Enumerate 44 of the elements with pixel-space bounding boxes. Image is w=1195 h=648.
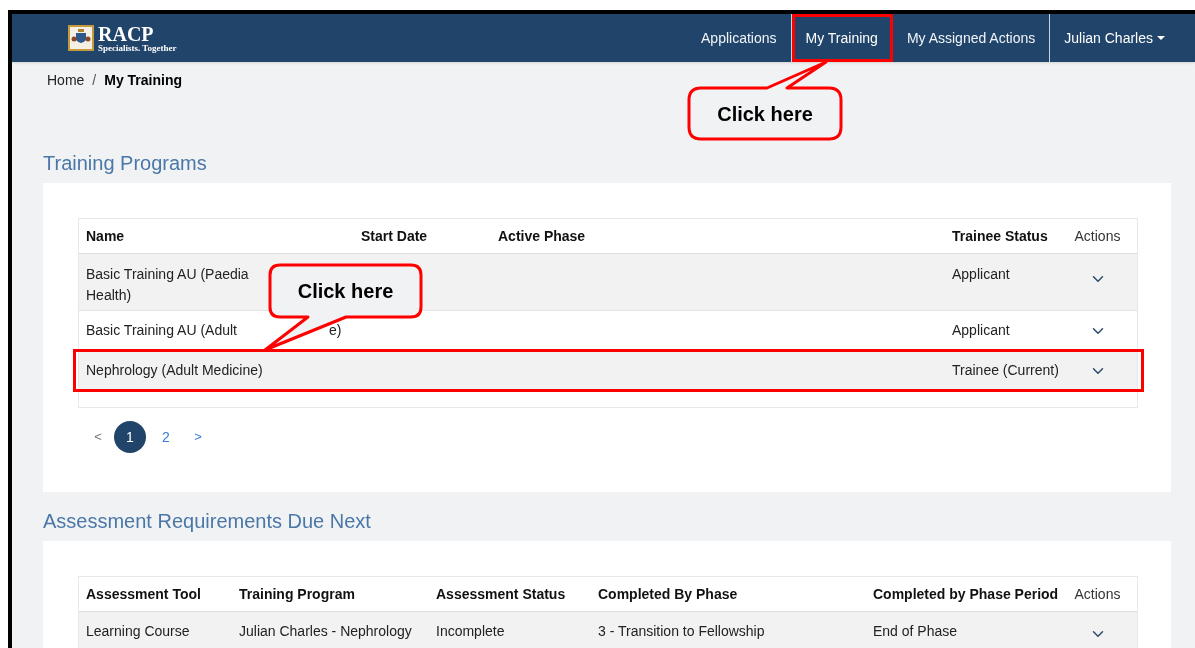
user-menu[interactable]: Julian Charles [1050,14,1179,62]
nav-link[interactable]: My Training [791,14,893,62]
table-cell-text: Incomplete [435,622,506,641]
program-name: Basic Training AU (Adult [86,321,237,340]
page-number[interactable]: 1 [114,421,146,453]
breadcrumb-link[interactable]: My Training [104,70,183,91]
column-header: Actions [1073,584,1122,604]
callout-text: Click here [297,279,394,304]
table-cell-text: 3 - Transition to Fellowship [597,622,766,641]
page-number[interactable]: 2 [150,421,182,453]
column-header: Start Date [360,226,429,246]
program-name: e) [328,321,342,340]
crest-icon [68,25,94,51]
table-row[interactable]: Learning Course Julian Charles - Nephrology Incomplete 3 - Transition to Fellowship End of Phase [79,612,1137,648]
column-header: Assessment Tool [85,584,202,604]
table-cell-text: Julian Charles - Nephrology [238,622,413,641]
nav-link[interactable]: My Assigned Actions [892,14,1051,62]
logo-tagline: Specialists. Together [98,43,177,53]
program-name: Health) [86,286,132,305]
nav-link[interactable]: Applications [687,14,792,62]
trainee-status: Trainee (Current) [951,361,1060,380]
column-header: Name [85,226,126,246]
callout-text: Click here [717,101,813,127]
caret-icon [1157,35,1165,41]
column-header: Completed By Phase [597,584,739,604]
breadcrumb-separator: / [92,71,97,90]
column-header: Completed by Phase Period [872,584,1060,604]
column-header: Assessment Status [435,584,567,604]
column-header: Actions [1073,226,1122,246]
table-cell-text: End of Phase [872,622,959,641]
table-cell-text: Learning Course [85,622,191,641]
section-title: Training Programs [43,151,208,176]
trainee-status: Applicant [951,265,1011,284]
column-header: Active Phase [497,226,587,246]
previous-page[interactable]: < [86,427,110,447]
program-name: Basic Training AU (Paedia [86,265,249,284]
program-name: Nephrology (Adult Medicine) [86,361,263,380]
logo-title: RACP [98,23,155,44]
column-header: Training Program [238,584,356,604]
trainee-status: Applicant [951,321,1011,340]
column-header: Trainee Status [951,226,1049,246]
next-page[interactable]: > [186,427,210,447]
section-title: Assessment Requirements Due Next [43,509,372,534]
breadcrumb-link[interactable]: Home [47,70,85,91]
